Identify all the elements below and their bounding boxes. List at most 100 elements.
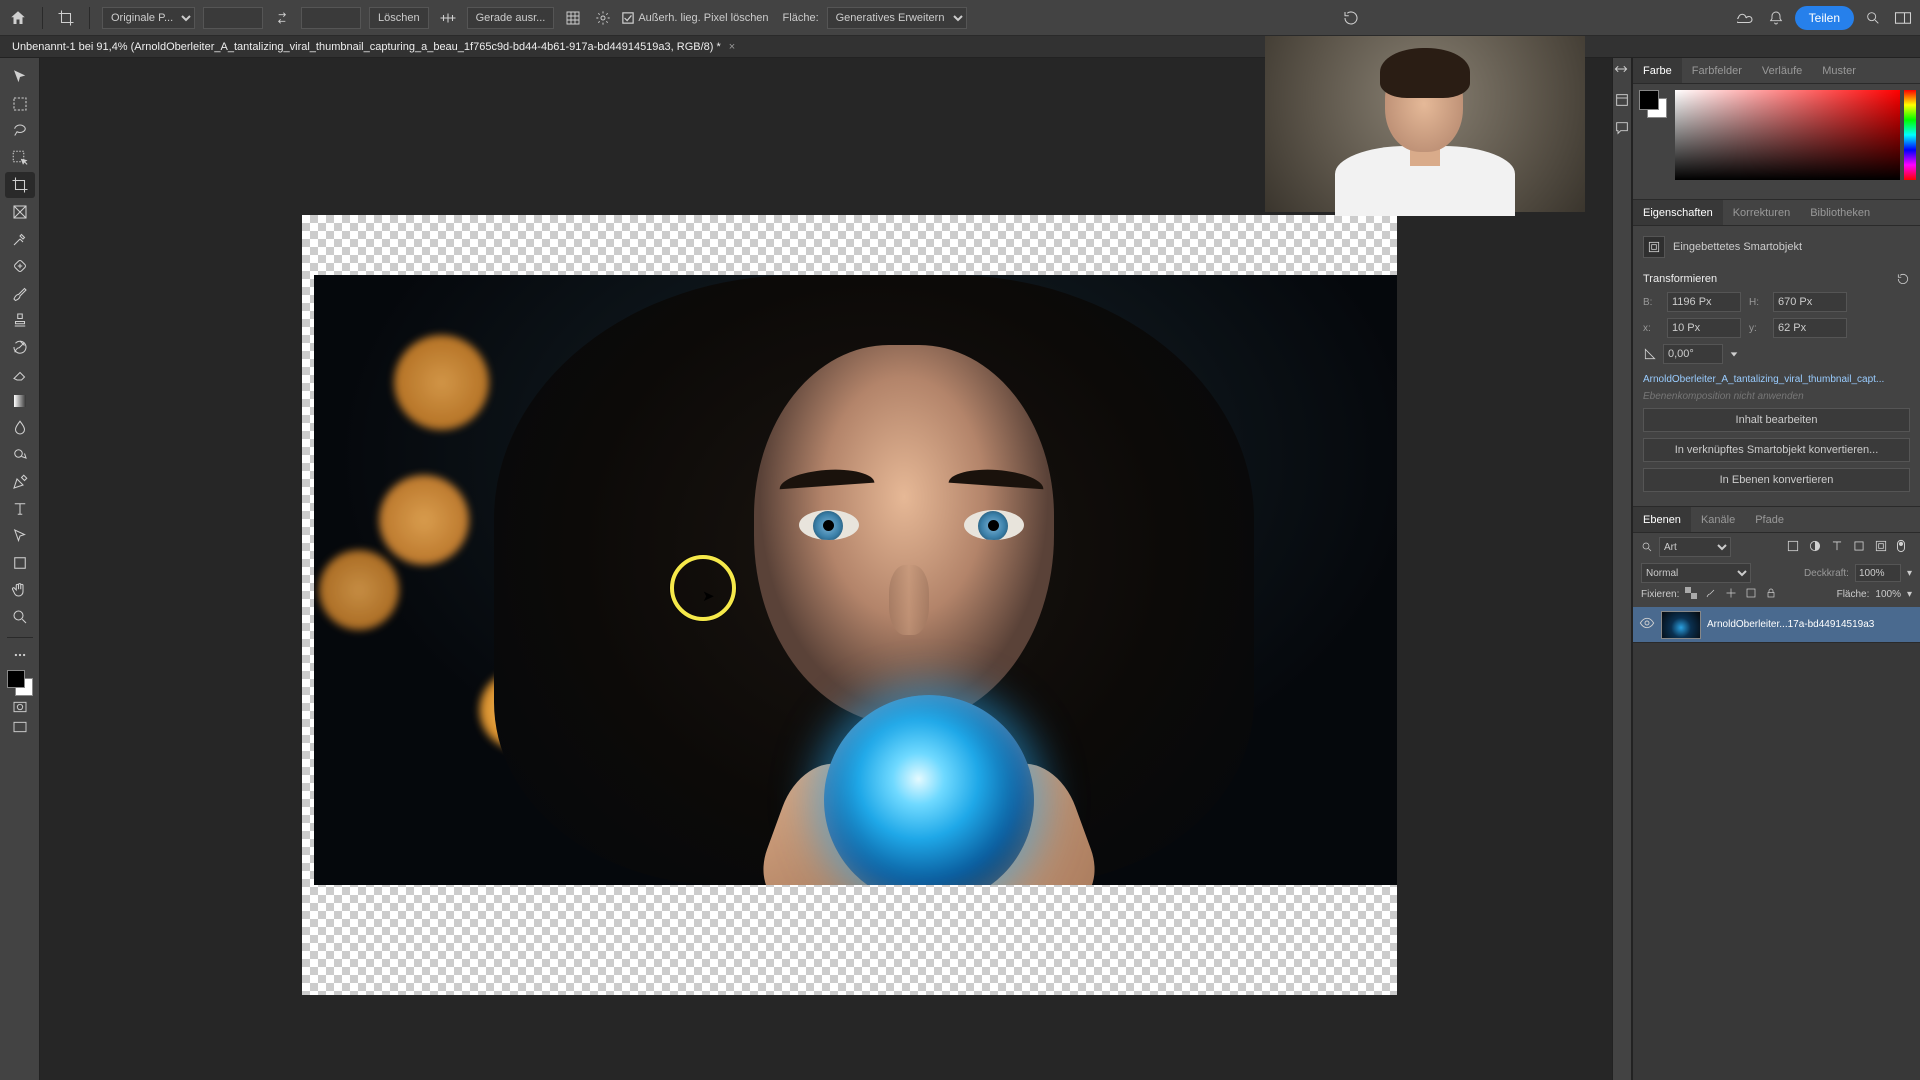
hue-strip[interactable] <box>1904 90 1916 180</box>
history-panel-icon[interactable] <box>1614 92 1630 108</box>
opacity-dropdown-icon[interactable]: ▾ <box>1907 568 1912 579</box>
filter-toggle-icon[interactable] <box>1896 539 1912 555</box>
layer-row[interactable]: ArnoldOberleiter...17a-bd44914519a3 <box>1633 607 1920 643</box>
tab-layers[interactable]: Ebenen <box>1633 507 1691 532</box>
lock-transparency-icon[interactable] <box>1685 587 1699 601</box>
swap-dimensions-icon[interactable] <box>271 7 293 29</box>
aspect-ratio-select[interactable]: Originale P... <box>102 7 195 29</box>
tab-libraries[interactable]: Bibliotheken <box>1800 200 1880 225</box>
angle-field[interactable]: 0,00° <box>1663 344 1723 364</box>
heal-tool[interactable] <box>5 253 35 279</box>
notifications-icon[interactable] <box>1765 7 1787 29</box>
type-tool[interactable] <box>5 496 35 522</box>
height-field[interactable]: 670 Px <box>1773 292 1847 312</box>
frame-tool[interactable] <box>5 199 35 225</box>
stamp-tool[interactable] <box>5 307 35 333</box>
lock-all-icon[interactable] <box>1765 587 1779 601</box>
artboard[interactable]: ➤ <box>302 215 1397 995</box>
crop-settings-icon[interactable] <box>592 7 614 29</box>
crop-height-field[interactable] <box>301 7 361 29</box>
linked-file-name[interactable]: ArnoldOberleiter_A_tantalizing_viral_thu… <box>1643 374 1910 385</box>
eraser-tool[interactable] <box>5 361 35 387</box>
lasso-tool[interactable] <box>5 118 35 144</box>
filter-type-icon[interactable] <box>1830 539 1846 555</box>
x-field[interactable]: 10 Px <box>1667 318 1741 338</box>
shape-tool[interactable] <box>5 550 35 576</box>
layer-visibility-icon[interactable] <box>1639 617 1655 633</box>
layer-filter-kind[interactable]: Art <box>1659 537 1731 557</box>
filter-adjust-icon[interactable] <box>1808 539 1824 555</box>
close-tab-icon[interactable]: × <box>729 41 735 53</box>
dodge-tool[interactable] <box>5 442 35 468</box>
comments-panel-icon[interactable] <box>1614 120 1630 136</box>
tab-channels[interactable]: Kanäle <box>1691 507 1745 532</box>
color-picker-field[interactable] <box>1675 90 1900 180</box>
delete-cropped-checkbox[interactable]: Außerh. lieg. Pixel löschen <box>622 12 768 24</box>
tab-properties[interactable]: Eigenschaften <box>1633 200 1723 225</box>
hand-tool[interactable] <box>5 577 35 603</box>
lock-position-icon[interactable] <box>1725 587 1739 601</box>
layer-list[interactable]: ArnoldOberleiter...17a-bd44914519a3 <box>1633 607 1920 1080</box>
convert-to-linked-button[interactable]: In verknüpftes Smartobjekt konvertieren.… <box>1643 438 1910 462</box>
filter-shape-icon[interactable] <box>1852 539 1868 555</box>
search-icon[interactable] <box>1862 7 1884 29</box>
width-field[interactable]: 1196 Px <box>1667 292 1741 312</box>
convert-to-layers-button[interactable]: In Ebenen konvertieren <box>1643 468 1910 492</box>
layer-name[interactable]: ArnoldOberleiter...17a-bd44914519a3 <box>1707 619 1914 630</box>
collapse-panels-icon[interactable] <box>1614 64 1630 80</box>
filter-pixel-icon[interactable] <box>1786 539 1802 555</box>
quickmask-icon[interactable] <box>9 698 31 716</box>
placed-image[interactable]: ➤ <box>314 275 1397 885</box>
home-button[interactable] <box>6 6 30 30</box>
reset-transform-icon[interactable] <box>1896 272 1910 286</box>
tab-swatches[interactable]: Farbfelder <box>1682 58 1752 83</box>
y-field[interactable]: 62 Px <box>1773 318 1847 338</box>
eyedropper-tool[interactable] <box>5 226 35 252</box>
object-select-tool[interactable] <box>5 145 35 171</box>
fill-dropdown-icon[interactable]: ▾ <box>1907 589 1912 600</box>
opacity-field[interactable]: 100% <box>1855 564 1901 582</box>
straighten-button[interactable]: Gerade ausr... <box>467 7 555 29</box>
foreground-color-swatch[interactable] <box>7 670 25 688</box>
layer-thumbnail[interactable] <box>1661 611 1701 639</box>
clear-button[interactable]: Löschen <box>369 7 429 29</box>
path-select-tool[interactable] <box>5 523 35 549</box>
crop-tool[interactable] <box>5 172 35 198</box>
angle-dropdown-icon[interactable] <box>1729 349 1739 359</box>
transform-section-header[interactable]: Transformieren <box>1643 272 1910 286</box>
fill-opacity-field[interactable]: 100% <box>1875 589 1901 600</box>
tab-color[interactable]: Farbe <box>1633 58 1682 83</box>
share-button[interactable]: Teilen <box>1795 6 1854 30</box>
blend-mode-select[interactable]: Normal <box>1641 563 1751 583</box>
brush-tool[interactable] <box>5 280 35 306</box>
edit-contents-button[interactable]: Inhalt bearbeiten <box>1643 408 1910 432</box>
crop-tool-indicator-icon[interactable] <box>55 7 77 29</box>
zoom-tool[interactable] <box>5 604 35 630</box>
panel-color-swatches[interactable] <box>1639 90 1667 118</box>
lock-pixels-icon[interactable] <box>1705 587 1719 601</box>
crop-width-field[interactable] <box>203 7 263 29</box>
lock-artboard-icon[interactable] <box>1745 587 1759 601</box>
color-swatches[interactable] <box>7 670 33 696</box>
pen-tool[interactable] <box>5 469 35 495</box>
tab-gradients[interactable]: Verläufe <box>1752 58 1812 83</box>
tab-paths[interactable]: Pfade <box>1745 507 1794 532</box>
move-tool[interactable] <box>5 64 35 90</box>
tab-patterns[interactable]: Muster <box>1812 58 1866 83</box>
cloud-sync-icon[interactable] <box>1735 7 1757 29</box>
blur-tool[interactable] <box>5 415 35 441</box>
tab-adjustments[interactable]: Korrekturen <box>1723 200 1800 225</box>
document-tab-title[interactable]: Unbenannt-1 bei 91,4% (ArnoldOberleiter_… <box>12 41 721 53</box>
history-brush-tool[interactable] <box>5 334 35 360</box>
gradient-tool[interactable] <box>5 388 35 414</box>
panel-fg-swatch[interactable] <box>1639 90 1659 110</box>
overlay-grid-icon[interactable] <box>562 7 584 29</box>
screenmode-icon[interactable] <box>9 718 31 736</box>
straighten-icon[interactable] <box>437 7 459 29</box>
edit-toolbar-icon[interactable] <box>9 646 31 664</box>
workspace-icon[interactable] <box>1892 7 1914 29</box>
fill-mode-select[interactable]: Generatives Erweitern <box>827 7 967 29</box>
artboard-tool[interactable] <box>5 91 35 117</box>
filter-smartobj-icon[interactable] <box>1874 539 1890 555</box>
reset-crop-icon[interactable] <box>1340 7 1362 29</box>
